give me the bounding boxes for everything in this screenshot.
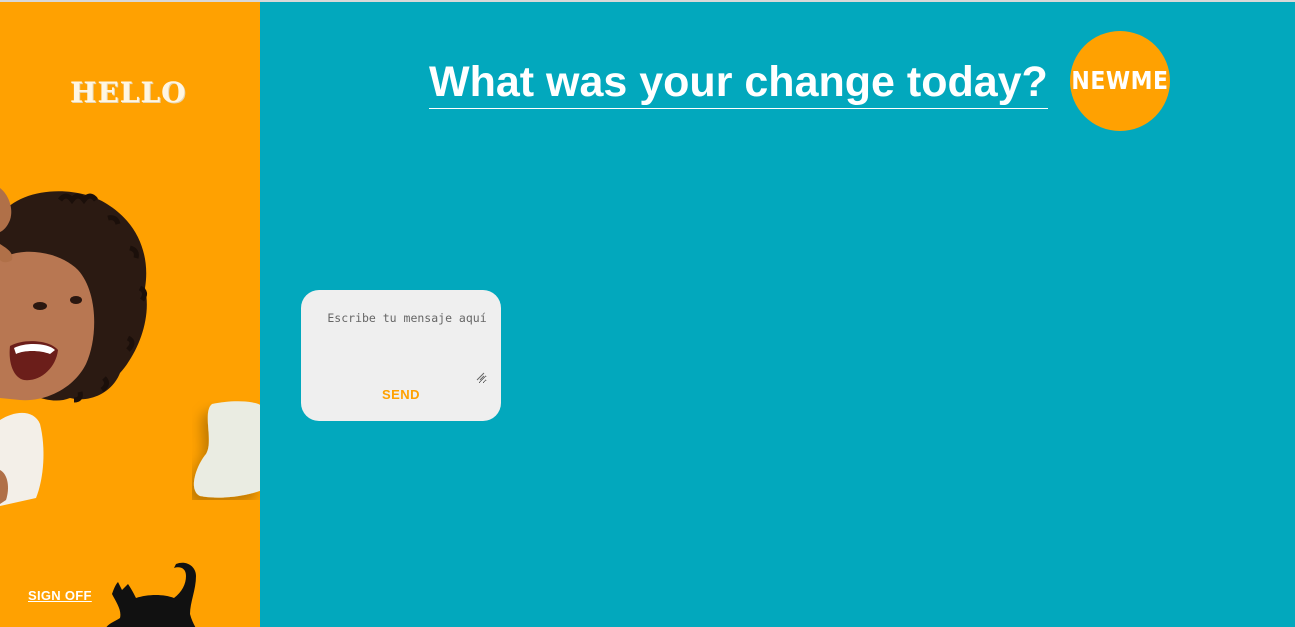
resize-handle-icon[interactable]: [476, 372, 485, 381]
send-button[interactable]: SEND: [301, 387, 501, 402]
hello-heading: HELLO: [70, 76, 187, 109]
message-card: SEND: [301, 290, 501, 421]
cat-silhouette-icon: [106, 562, 196, 627]
girl-photo: [0, 188, 148, 506]
sign-off-link[interactable]: SIGN OFF: [28, 588, 92, 603]
message-input[interactable]: [327, 311, 487, 384]
logo-text: NEWME: [1071, 66, 1169, 96]
newme-logo: NEWME: [1070, 31, 1170, 131]
main-panel: What was your change today? NEWME SEND: [260, 2, 1295, 627]
decorative-blob: [193, 401, 260, 498]
page-title: What was your change today?: [429, 58, 1048, 109]
sidebar: HELLO SIGN OFF: [0, 2, 260, 627]
